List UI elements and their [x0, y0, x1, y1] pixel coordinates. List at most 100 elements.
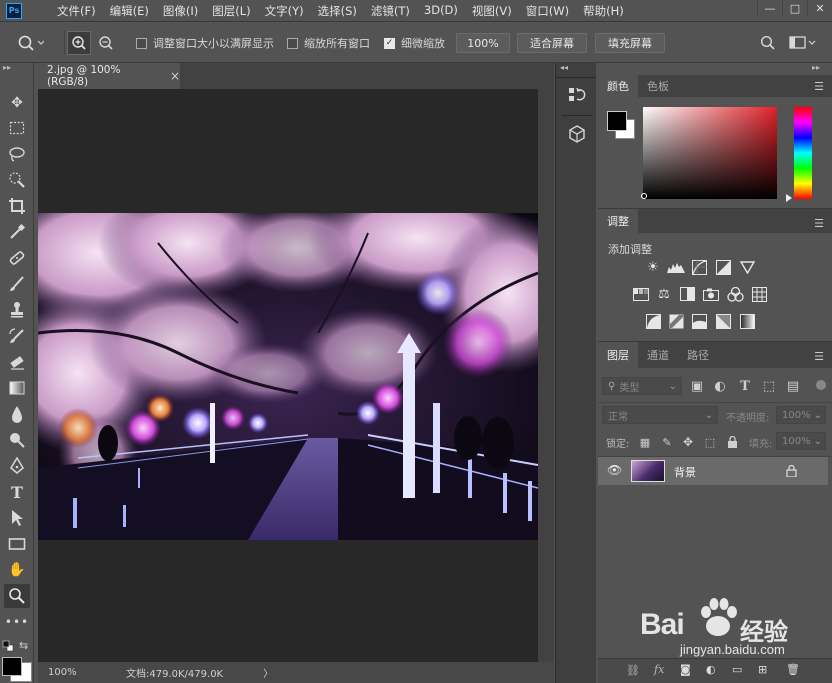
lock-transparent-icon[interactable]: ▦ — [636, 434, 654, 450]
search-icon[interactable] — [760, 35, 776, 51]
tab-adjustments[interactable]: 调整 — [598, 209, 638, 233]
status-arrow-icon[interactable]: 〉 — [263, 665, 273, 680]
eraser-tool-icon[interactable] — [4, 350, 30, 374]
new-group-icon[interactable]: ▭ — [732, 663, 742, 676]
rectangle-tool-icon[interactable] — [4, 532, 30, 556]
resize-windows-checkbox[interactable] — [136, 37, 147, 49]
menu-select[interactable]: 选择(S) — [311, 3, 364, 19]
quick-selection-tool-icon[interactable] — [4, 168, 30, 192]
hue-saturation-icon[interactable] — [632, 286, 650, 302]
photo-filter-icon[interactable] — [702, 286, 720, 302]
fill-field[interactable]: 100% ⌄ — [776, 432, 826, 450]
zoom-in-button[interactable] — [67, 31, 91, 55]
menu-filter[interactable]: 滤镜(T) — [364, 3, 417, 19]
lock-image-icon[interactable]: ✎ — [658, 434, 676, 450]
color-balance-icon[interactable]: ⚖ — [655, 286, 673, 302]
selective-color-icon[interactable] — [714, 313, 732, 329]
resize-windows-option[interactable]: 调整窗口大小以满屏显示 — [136, 32, 274, 54]
blur-tool-icon[interactable] — [4, 402, 30, 426]
gradient-tool-icon[interactable] — [4, 376, 30, 400]
hue-slider[interactable] — [794, 107, 812, 199]
fx-icon[interactable]: fx — [654, 663, 664, 676]
filter-toggle[interactable] — [816, 380, 826, 390]
channel-mixer-icon[interactable] — [726, 286, 744, 302]
collapse-panel-icon[interactable]: ▸▸ — [812, 63, 820, 72]
tab-swatches[interactable]: 色板 — [638, 75, 678, 97]
vertical-scrollbar[interactable] — [538, 89, 554, 662]
posterize-icon[interactable] — [667, 313, 685, 329]
3d-icon[interactable] — [568, 125, 586, 143]
maximize-button[interactable]: □ — [782, 0, 807, 16]
tab-color[interactable]: 颜色 — [598, 75, 638, 97]
invert-icon[interactable] — [644, 313, 662, 329]
default-colors-icon[interactable] — [2, 640, 14, 655]
zoom-out-button[interactable] — [96, 31, 116, 55]
document-image[interactable] — [38, 213, 538, 540]
menu-view[interactable]: 视图(V) — [465, 3, 519, 19]
panel-menu-icon[interactable]: ☰ — [814, 350, 824, 363]
document-tab[interactable]: 2.jpg @ 100%(RGB/8) × — [38, 63, 180, 89]
history-brush-tool-icon[interactable] — [4, 324, 30, 348]
menu-layer[interactable]: 图层(L) — [205, 3, 257, 19]
foreground-color-swatch[interactable] — [2, 657, 22, 676]
more-tools-icon[interactable]: ••• — [4, 610, 30, 634]
menu-3d[interactable]: 3D(D) — [417, 3, 465, 19]
hand-tool-icon[interactable]: ✋ — [4, 558, 30, 582]
close-button[interactable]: ✕ — [807, 0, 832, 16]
fill-screen-button[interactable]: 填充屏幕 — [595, 33, 665, 53]
move-tool-icon[interactable]: ✥ — [4, 91, 30, 115]
panel-menu-icon[interactable]: ☰ — [814, 217, 824, 230]
zoom-all-checkbox[interactable] — [287, 37, 298, 49]
zoom-all-option[interactable]: 缩放所有窗口 — [287, 32, 370, 54]
saturation-brightness-field[interactable] — [643, 107, 777, 199]
tab-paths[interactable]: 路径 — [678, 342, 718, 368]
hue-slider-handle[interactable] — [786, 194, 792, 202]
gradient-map-icon[interactable] — [738, 313, 756, 329]
menu-window[interactable]: 窗口(W) — [519, 3, 576, 19]
color-foreground-swatch[interactable] — [607, 111, 627, 131]
color-picker-marker[interactable] — [641, 193, 647, 199]
lock-artboard-icon[interactable]: ⬚ — [701, 434, 719, 450]
menu-type[interactable]: 文字(Y) — [258, 3, 311, 19]
history-icon[interactable] — [568, 87, 586, 105]
filter-shape-icon[interactable]: ⬚ — [760, 378, 778, 394]
clone-stamp-tool-icon[interactable] — [4, 298, 30, 322]
tool-preset[interactable] — [16, 32, 44, 54]
eye-icon[interactable]: 👁 — [607, 463, 622, 477]
filter-pixel-icon[interactable]: ▣ — [688, 378, 706, 394]
tab-layers[interactable]: 图层 — [598, 342, 638, 368]
curves-icon[interactable] — [690, 259, 708, 275]
photoshop-logo[interactable]: Ps — [6, 2, 22, 19]
filter-type-icon[interactable]: T — [736, 378, 754, 394]
menu-help[interactable]: 帮助(H) — [576, 3, 631, 19]
healing-brush-tool-icon[interactable] — [4, 246, 30, 270]
lasso-tool-icon[interactable] — [4, 142, 30, 166]
threshold-icon[interactable] — [690, 313, 708, 329]
tab-channels[interactable]: 通道 — [638, 342, 678, 368]
workspace-icon[interactable] — [789, 35, 817, 51]
zoom-value-field[interactable]: 100% — [456, 33, 510, 53]
black-white-icon[interactable] — [678, 286, 696, 302]
menu-file[interactable]: 文件(F) — [50, 3, 103, 19]
color-lookup-icon[interactable] — [750, 286, 768, 302]
filter-adjustment-icon[interactable]: ◐ — [711, 378, 729, 394]
scrubby-zoom-checkbox[interactable]: ✓ — [384, 37, 395, 49]
brush-tool-icon[interactable] — [4, 272, 30, 296]
layer-name[interactable]: 背景 — [674, 464, 696, 480]
expand-panels-icon[interactable]: ◂◂ — [560, 63, 568, 72]
filter-smart-object-icon[interactable]: ▤ — [784, 378, 802, 394]
close-tab-icon[interactable]: × — [170, 69, 180, 83]
layer-filter-kind[interactable]: ⚲ 类型 ⌄ — [602, 377, 682, 395]
minimize-button[interactable]: — — [757, 0, 782, 16]
path-selection-tool-icon[interactable] — [4, 506, 30, 530]
dodge-tool-icon[interactable] — [4, 428, 30, 452]
link-layers-icon[interactable]: ⛓ — [626, 664, 640, 677]
blend-mode-select[interactable]: 正常 ⌄ — [602, 406, 718, 424]
type-tool-icon[interactable]: T — [4, 480, 30, 504]
delete-layer-icon[interactable]: 🗑 — [786, 663, 800, 676]
new-layer-icon[interactable]: ⊞ — [758, 663, 767, 676]
menu-image[interactable]: 图像(I) — [156, 3, 205, 19]
scrubby-zoom-option[interactable]: ✓ 细微缩放 — [384, 32, 445, 54]
lock-position-icon[interactable]: ✥ — [679, 434, 697, 450]
crop-tool-icon[interactable] — [4, 194, 30, 218]
